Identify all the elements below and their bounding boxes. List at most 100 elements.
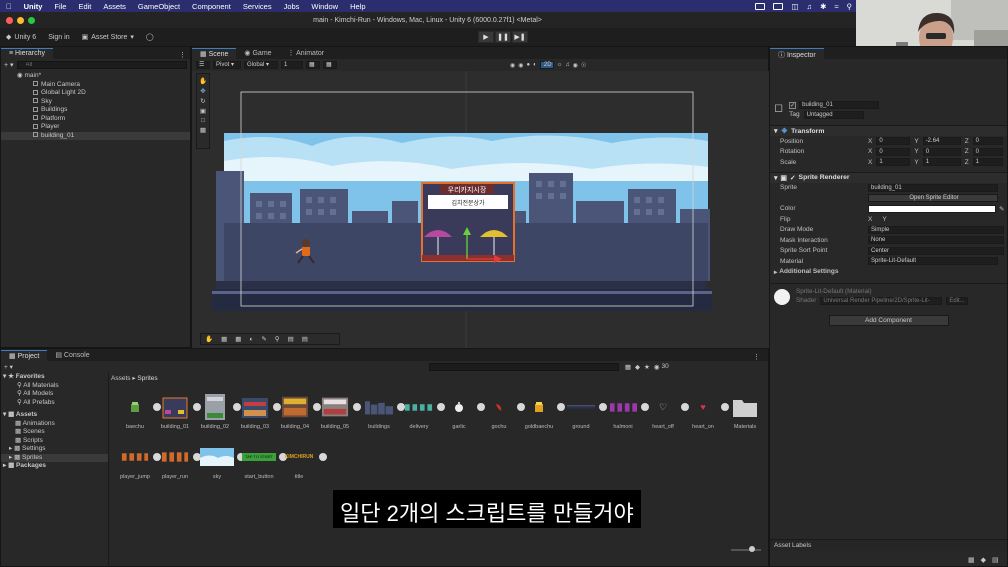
transform-header[interactable]: ▾ ✥ Transform xyxy=(770,125,1007,136)
rotation-x-field[interactable]: 0 xyxy=(876,147,911,156)
asset-start-button[interactable]: TAP TO START start_button xyxy=(239,443,287,480)
color-swatch[interactable] xyxy=(868,204,996,213)
control-icon[interactable]: ◫ xyxy=(791,2,798,11)
folder-sprites[interactable]: ▸ ▩ Sprites xyxy=(1,453,108,462)
network-icon[interactable]: ▦ xyxy=(968,556,975,564)
asset-player-run[interactable]: player_run xyxy=(155,443,201,480)
move-tool-icon[interactable]: ✥ xyxy=(200,87,205,95)
menu-help[interactable]: Help xyxy=(344,2,371,11)
object-name-field[interactable]: building_01 xyxy=(799,101,880,109)
transform-tool-icon[interactable]: ▩ xyxy=(200,126,206,134)
rect-tool-icon[interactable]: □ xyxy=(201,117,205,124)
hierarchy-search-input[interactable] xyxy=(16,60,187,69)
position-y-field[interactable]: -2.64 xyxy=(922,137,961,146)
asset-building-01[interactable]: building_01 xyxy=(155,393,201,430)
folder-animations[interactable]: ▩ Animations xyxy=(1,420,108,429)
tab-hierarchy[interactable]: ≡ Hierarchy xyxy=(1,48,53,59)
apple-icon[interactable]:  xyxy=(0,2,18,11)
gizmos-icon[interactable]: ☉ xyxy=(581,62,586,69)
project-add-button[interactable]: + ▾ xyxy=(4,363,13,371)
tile-icon[interactable]: ▦ xyxy=(221,335,227,343)
tab-scene[interactable]: ▦ Scene xyxy=(192,48,237,59)
asset-goldbaechu[interactable]: goldbaechu xyxy=(519,393,565,430)
asset-heart-off[interactable]: ♡ heart_off xyxy=(643,393,689,430)
favorite-all-materials[interactable]: ⚲ All Materials xyxy=(1,382,108,391)
folder-scripts[interactable]: ▩ Scripts xyxy=(1,437,108,446)
menu-services[interactable]: Services xyxy=(237,2,278,11)
asset-garlic[interactable]: garlic xyxy=(439,393,485,430)
asset-gochu[interactable]: gochu xyxy=(479,393,525,430)
folder-scenes[interactable]: ▩ Scenes xyxy=(1,428,108,437)
hand-tool-icon[interactable]: ✋ xyxy=(199,77,207,85)
scale-x-field[interactable]: 1 xyxy=(876,158,911,167)
assets-folder[interactable]: ▾ ▩ Assets xyxy=(1,411,108,420)
grid-snap-icon[interactable]: ▦ xyxy=(306,61,320,69)
rotation-y-field[interactable]: 0 xyxy=(922,147,961,156)
debug-icon[interactable]: ◆ xyxy=(981,556,986,564)
asset-store-button[interactable]: ▣ Asset Store ▾ xyxy=(76,33,140,42)
favorite-all-prefabs[interactable]: ⚲ All Prefabs xyxy=(1,399,108,408)
brush-icon[interactable]: ✎ xyxy=(261,335,266,343)
asset-building-03[interactable]: building_03 xyxy=(235,393,281,430)
asset-buildings[interactable]: buildings xyxy=(359,393,405,430)
notification-icon[interactable]: ▤ xyxy=(992,556,999,564)
light-toggle-icon[interactable]: ☼ xyxy=(557,62,563,68)
asset-halmoni[interactable]: halmoni xyxy=(603,393,649,430)
shader-dropdown[interactable]: Universal Render Pipeline/2D/Sprite-Lit- xyxy=(820,297,943,305)
expand-icon[interactable] xyxy=(319,453,327,461)
scale-tool-icon[interactable]: ▣ xyxy=(200,107,206,115)
account-button[interactable]: ◆ Unity 6 xyxy=(0,33,42,42)
hand-tool-toggle[interactable]: ☰ xyxy=(196,61,210,69)
menu-jobs[interactable]: Jobs xyxy=(278,2,306,11)
display-icon[interactable] xyxy=(773,2,784,10)
tab-project[interactable]: ▦ Project xyxy=(1,350,48,361)
favorite-icon[interactable]: ★ xyxy=(644,363,650,371)
project-search-input[interactable] xyxy=(428,362,619,371)
step-button[interactable]: ▶❚ xyxy=(512,31,528,43)
tab-animator[interactable]: ⋮ Animator xyxy=(280,48,333,59)
menu-gameobject[interactable]: GameObject xyxy=(132,2,186,11)
scene-viewport[interactable]: 우리카지시장 김치전문상가 ✋ ✥ ↻ ▣ □ ▩ ✋ ▦ ▦ ◐ ✎ ⚲ ▤ … xyxy=(192,71,769,348)
filter-label-icon[interactable]: ◆ xyxy=(635,363,640,371)
bluetooth-icon[interactable]: ✱ xyxy=(820,2,826,11)
asset-ground[interactable]: ground xyxy=(561,393,607,430)
hand-overlay-icon[interactable]: ✋ xyxy=(205,335,213,343)
slider-handle[interactable] xyxy=(749,546,755,552)
breadcrumb-assets[interactable]: Assets xyxy=(111,375,131,382)
zoom-icon[interactable]: ⚲ xyxy=(275,335,280,343)
hierarchy-item-platform[interactable]: Platform xyxy=(1,115,190,124)
tag-dropdown[interactable]: Untagged xyxy=(803,111,864,119)
cloud-icon[interactable]: ◯ xyxy=(140,33,160,41)
open-sprite-editor-button[interactable]: Open Sprite Editor xyxy=(868,194,998,203)
audio-icon[interactable]: ♫ xyxy=(806,2,812,11)
circle-tool-icon[interactable]: ◐ xyxy=(249,336,253,343)
global-dropdown[interactable]: Global ▾ xyxy=(244,61,278,69)
hierarchy-item-sky[interactable]: Sky xyxy=(1,98,190,107)
pivot-dropdown[interactable]: Pivot ▾ xyxy=(213,61,241,69)
tab-console[interactable]: ▤ Console xyxy=(47,350,97,361)
asset-delivery[interactable]: delivery xyxy=(399,393,445,430)
rotate-tool-icon[interactable]: ↻ xyxy=(200,97,205,105)
position-x-field[interactable]: 0 xyxy=(876,137,911,146)
pause-button[interactable]: ❚❚ xyxy=(495,31,511,43)
audio-toggle-icon[interactable]: ♫ xyxy=(565,62,570,68)
favorites-header[interactable]: ▾ ★ Favorites xyxy=(1,373,108,382)
eyedropper-icon[interactable]: ✎ xyxy=(999,205,1004,213)
chat-icon[interactable]: ▤ xyxy=(288,335,294,343)
asset-building-05[interactable]: building_05 xyxy=(315,393,361,430)
draw-mode-dropdown[interactable]: Simple xyxy=(868,225,1004,234)
hierarchy-item-main-camera[interactable]: Main Camera xyxy=(1,81,190,90)
favorite-all-models[interactable]: ⚲ All Models xyxy=(1,390,108,399)
breadcrumb-sprites[interactable]: Sprites xyxy=(137,375,157,382)
menu-assets[interactable]: Assets xyxy=(97,2,132,11)
hierarchy-item-player[interactable]: Player xyxy=(1,123,190,132)
visibility-icon[interactable]: ◉ xyxy=(573,62,578,69)
asset-baechu[interactable]: baechu xyxy=(115,393,161,430)
grid-step-field[interactable]: 1 xyxy=(281,61,303,69)
flip-x-checkbox[interactable]: X xyxy=(868,216,872,223)
menu-edit[interactable]: Edit xyxy=(72,2,97,11)
flip-y-checkbox[interactable]: Y xyxy=(882,216,886,223)
menu-app[interactable]: Unity xyxy=(18,2,49,11)
asset-title[interactable]: KIMCHIRUN title xyxy=(279,443,327,480)
draw-mode-icon[interactable]: ◉ xyxy=(510,62,515,69)
